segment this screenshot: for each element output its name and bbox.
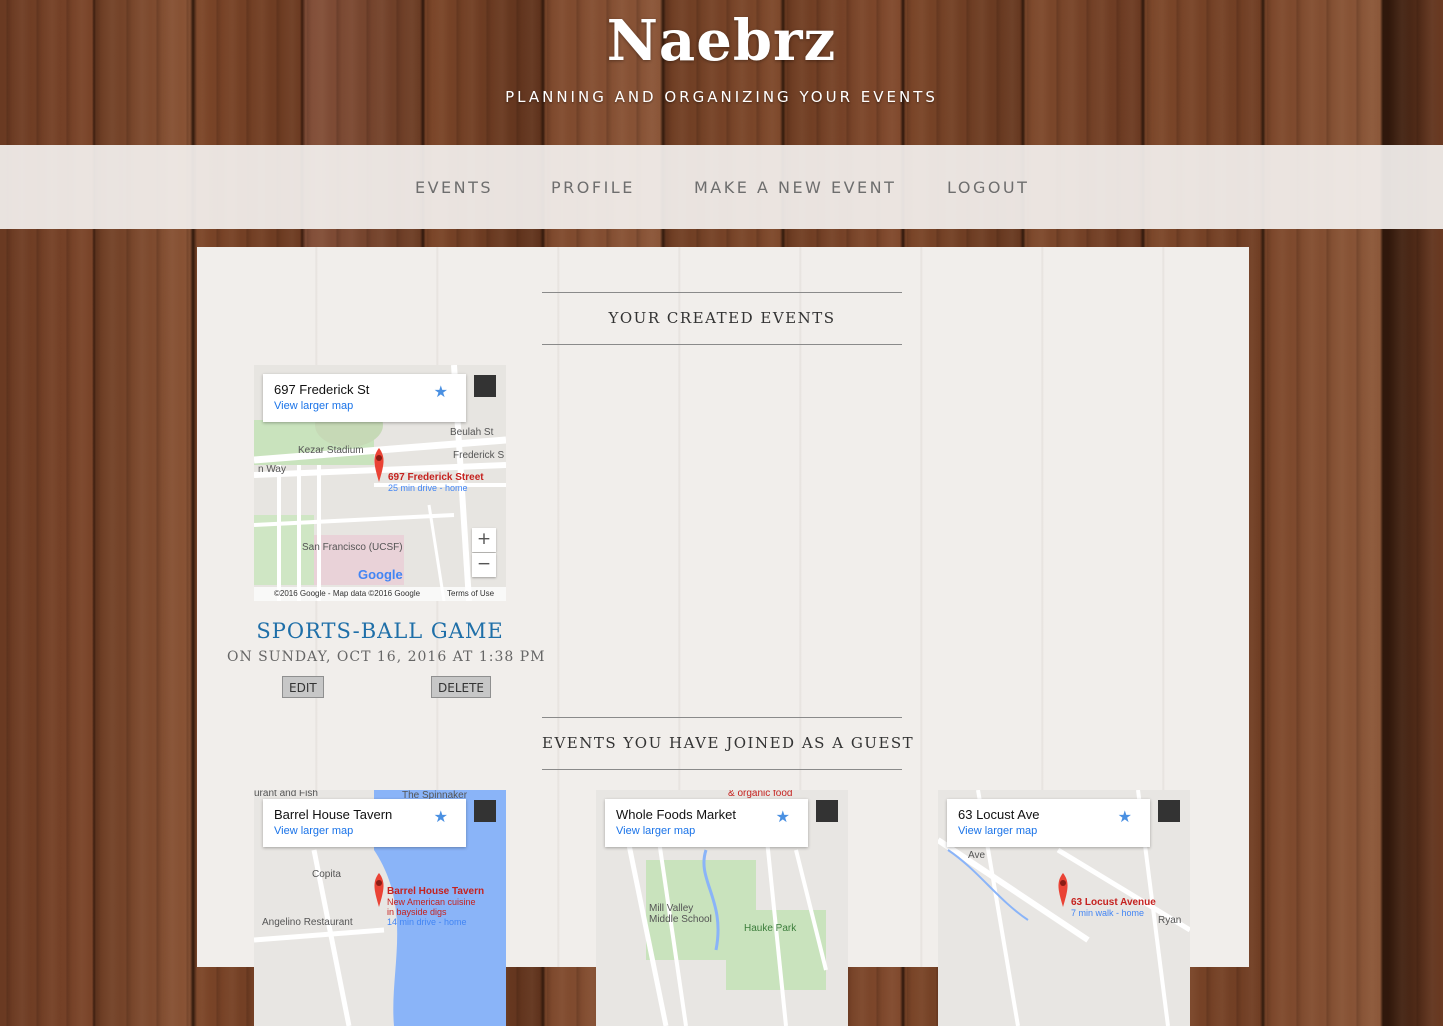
zoom-out-button[interactable]: − (472, 553, 496, 577)
joined-event-map[interactable]: urant and Fish The Spinnaker Copita Ange… (254, 790, 506, 1026)
created-events-heading: YOUR CREATED EVENTS (542, 292, 902, 345)
zoom-in-button[interactable]: + (472, 528, 496, 552)
terms-of-use-link[interactable]: Terms of Use (447, 587, 494, 601)
joined-event-map[interactable]: & organic food Mill Valley Middle School… (596, 790, 848, 1026)
nav-logout[interactable]: LOGOUT (947, 178, 1029, 197)
map-label: Angelino Restaurant (262, 917, 353, 928)
map-label: Ryan (1158, 915, 1182, 926)
joined-event-map[interactable]: 63 Locust Avenue 7 min walk - home Ave R… (938, 790, 1190, 1026)
map-footer: ©2016 Google - Map data ©2016 Google Ter… (254, 587, 506, 601)
map-label: urant and Fish (254, 790, 318, 799)
view-larger-map-link[interactable]: View larger map (274, 400, 353, 412)
site-title: Naebrz (606, 8, 837, 74)
nav-make-new-event[interactable]: MAKE A NEW EVENT (694, 178, 896, 197)
map-pin-sublabel: 7 min walk - home (1071, 908, 1145, 918)
joined-events-heading: EVENTS YOU HAVE JOINED AS A GUEST (542, 717, 913, 770)
star-icon[interactable]: ★ (434, 382, 448, 402)
map-info-card: Barrel House Tavern View larger map ★ (263, 799, 466, 847)
map-label: Kezar Stadium (298, 445, 364, 456)
google-logo: Google (358, 567, 403, 582)
map-pin-sublabel: in bayside digs (387, 907, 447, 917)
map-place-name: Barrel House Tavern (274, 807, 393, 822)
map-copyright: ©2016 Google - Map data ©2016 Google (274, 589, 421, 598)
map-pin-sublabel: 25 min drive - home (388, 483, 468, 493)
star-icon[interactable]: ★ (776, 807, 790, 827)
fullscreen-icon[interactable] (816, 800, 838, 822)
map-pin-sublabel: 14 min drive - home (387, 917, 467, 927)
map-label: Beulah St (450, 427, 494, 438)
fullscreen-icon[interactable] (474, 800, 496, 822)
star-icon[interactable]: ★ (434, 807, 448, 827)
main-nav: EVENTS PROFILE MAKE A NEW EVENT LOGOUT (0, 145, 1443, 229)
site-tagline: PLANNING AND ORGANIZING YOUR EVENTS (505, 88, 938, 106)
view-larger-map-link[interactable]: View larger map (616, 825, 695, 837)
map-label: n Way (258, 464, 286, 475)
map-label: & organic food (728, 790, 793, 799)
star-icon[interactable]: ★ (1118, 807, 1132, 827)
map-place-name: 63 Locust Ave (958, 807, 1040, 822)
map-place-name: 697 Frederick St (274, 382, 370, 397)
fullscreen-icon[interactable] (1158, 800, 1180, 822)
event-map[interactable]: Kezar Stadium San Francisco (UCSF) Beula… (254, 365, 506, 601)
fullscreen-icon[interactable] (474, 375, 496, 397)
map-label: Ave (968, 850, 986, 861)
nav-profile[interactable]: PROFILE (551, 178, 635, 197)
map-label: Hauke Park (744, 923, 797, 934)
event-date: ON SUNDAY, OCT 16, 2016 AT 1:38 PM (227, 649, 546, 665)
map-place-name: Whole Foods Market (616, 807, 736, 822)
map-label: San Francisco (UCSF) (302, 542, 403, 553)
map-info-card: 63 Locust Ave View larger map ★ (947, 799, 1150, 847)
nav-events[interactable]: EVENTS (415, 178, 493, 197)
map-label: Mill Valley (649, 903, 694, 914)
event-title-link[interactable]: SPORTS-BALL GAME (242, 619, 518, 643)
delete-event-button[interactable]: DELETE (431, 676, 492, 698)
events-panel: YOUR CREATED EVENTS Kezar Stadium San Fr… (197, 247, 1249, 1026)
map-label: Copita (312, 869, 341, 880)
map-label: Frederick S (453, 450, 505, 461)
map-pin-label: 63 Locust Avenue (1071, 897, 1156, 908)
edit-event-button[interactable]: EDIT (282, 676, 324, 698)
map-label: Middle School (649, 914, 712, 925)
map-info-card: 697 Frederick St View larger map ★ (263, 374, 466, 422)
view-larger-map-link[interactable]: View larger map (274, 825, 353, 837)
map-pin-label: Barrel House Tavern (387, 886, 485, 897)
view-larger-map-link[interactable]: View larger map (958, 825, 1037, 837)
map-info-card: Whole Foods Market View larger map ★ (605, 799, 808, 847)
map-pin-label: 697 Frederick Street (388, 472, 484, 483)
map-pin-sublabel: New American cuisine (387, 897, 476, 907)
